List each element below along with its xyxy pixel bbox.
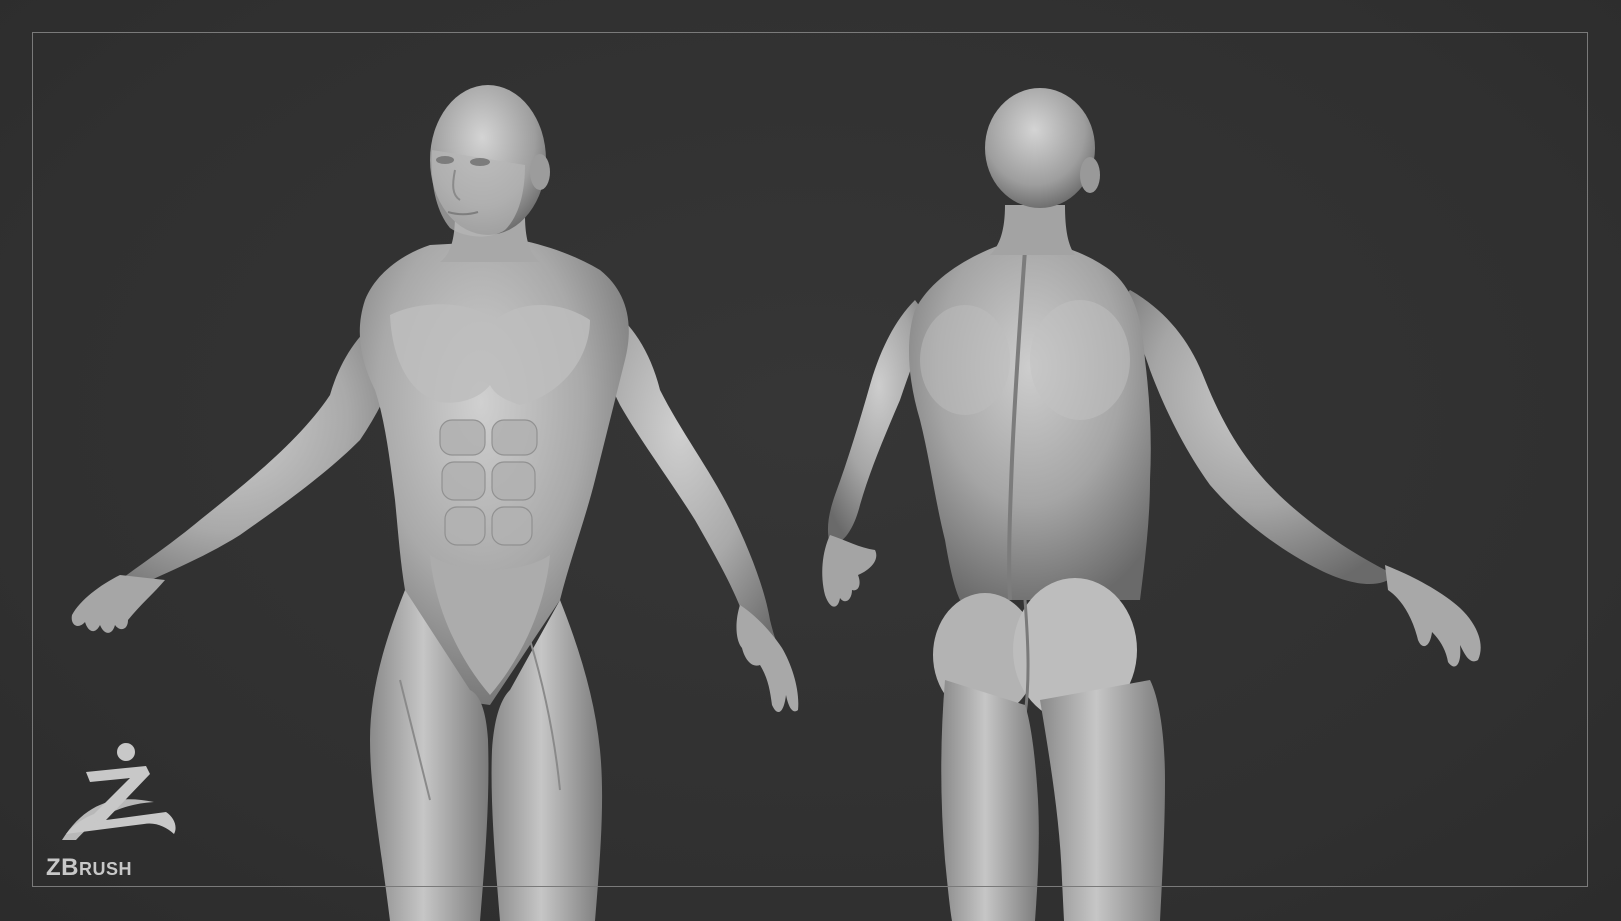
brand-prefix: ZB	[46, 854, 79, 881]
back-right-arm	[1120, 290, 1395, 585]
zbrush-runner-icon	[62, 743, 176, 840]
back-head	[985, 88, 1095, 208]
back-torso	[908, 242, 1151, 600]
zbrush-logo: ZBRUSH	[46, 742, 196, 882]
back-figure	[822, 88, 1481, 921]
back-left-hand	[822, 535, 877, 607]
back-right-hand	[1385, 565, 1481, 667]
zbrush-wordmark: ZBRUSH	[46, 854, 132, 882]
front-left-arm	[90, 315, 400, 611]
back-right-leg	[1040, 680, 1165, 921]
brand-suffix: RUSH	[79, 859, 133, 879]
sculpt-render	[71, 85, 1481, 921]
front-ear	[530, 154, 550, 190]
back-ear	[1080, 157, 1100, 193]
viewport-canvas: ZBRUSH	[0, 0, 1621, 921]
back-neck	[990, 205, 1075, 255]
front-left-hand	[71, 575, 165, 633]
back-left-leg	[941, 680, 1039, 921]
